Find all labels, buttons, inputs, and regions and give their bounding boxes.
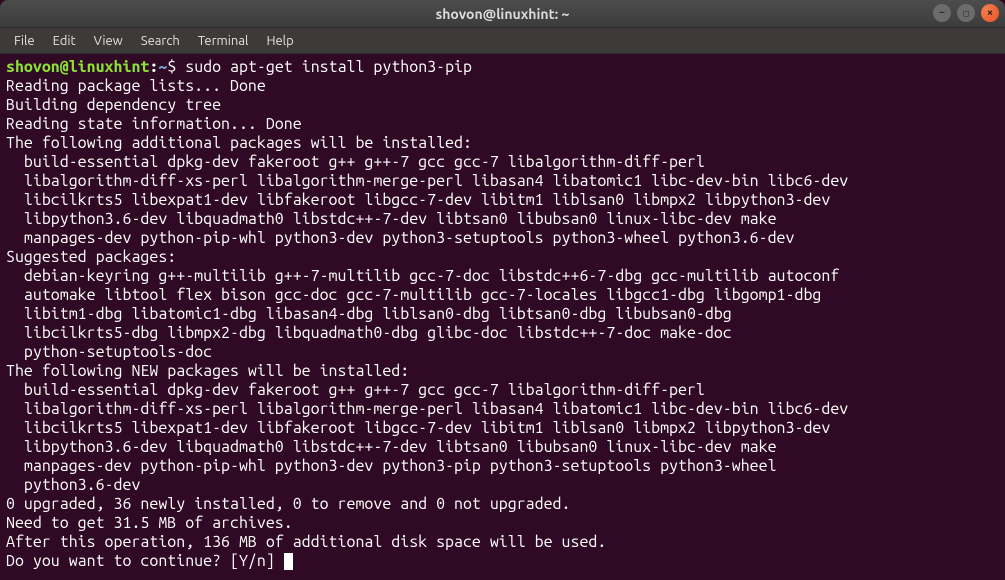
menu-help[interactable]: Help <box>258 31 301 51</box>
prompt-path: ~ <box>158 58 167 76</box>
cursor <box>284 553 293 570</box>
maximize-button[interactable] <box>957 4 975 22</box>
window-titlebar: shovon@linuxhint: ~ <box>0 0 1005 28</box>
terminal-output: Reading package lists... Done Building d… <box>6 77 848 570</box>
menu-terminal[interactable]: Terminal <box>190 31 257 51</box>
terminal-area[interactable]: shovon@linuxhint:~$ sudo apt-get install… <box>0 54 1005 580</box>
window-controls <box>933 4 999 22</box>
menu-edit[interactable]: Edit <box>45 31 84 51</box>
prompt-user-host: shovon@linuxhint <box>6 58 149 76</box>
prompt-separator: : <box>149 58 158 76</box>
entered-command: sudo apt-get install python3-pip <box>185 58 472 76</box>
prompt-symbol: $ <box>167 58 176 76</box>
close-button[interactable] <box>981 4 999 22</box>
menu-view[interactable]: View <box>86 31 131 51</box>
menu-file[interactable]: File <box>6 31 43 51</box>
menubar: File Edit View Search Terminal Help <box>0 28 1005 54</box>
minimize-button[interactable] <box>933 4 951 22</box>
menu-search[interactable]: Search <box>133 31 188 51</box>
window-title: shovon@linuxhint: ~ <box>436 6 570 22</box>
